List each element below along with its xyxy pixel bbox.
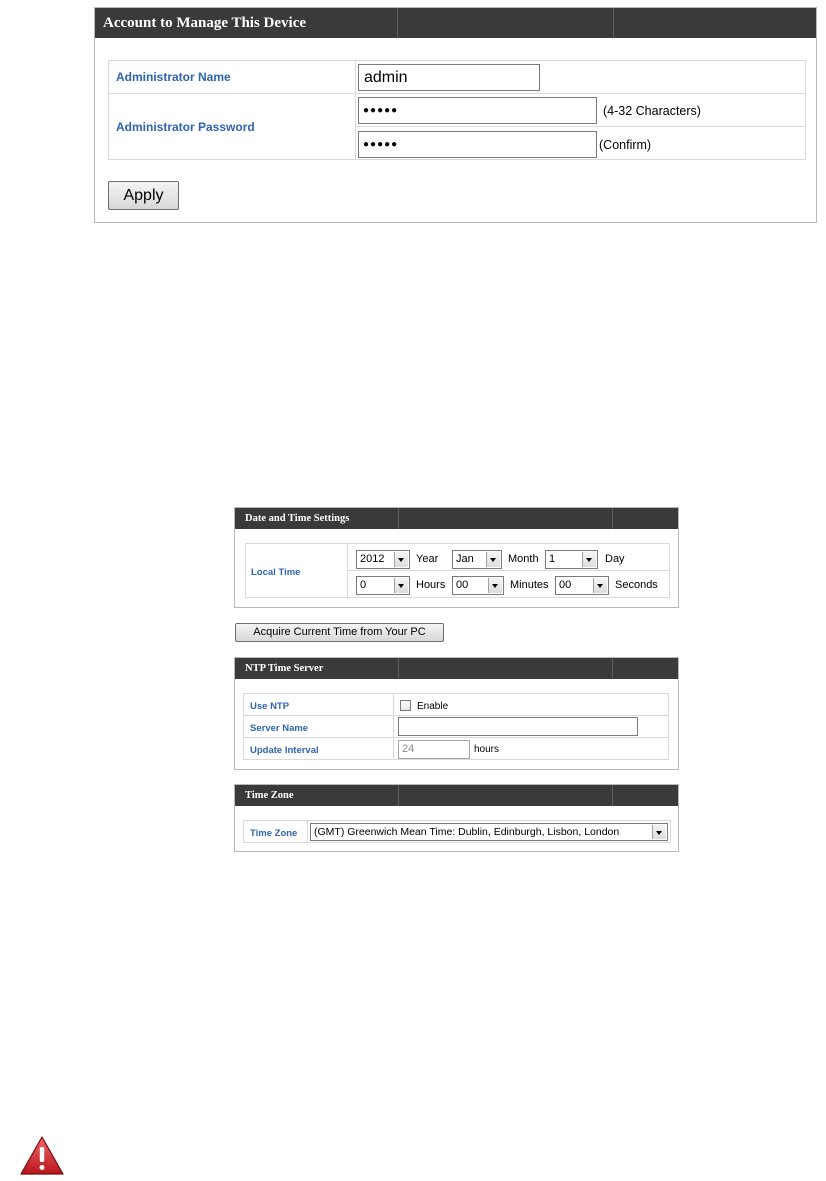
chevron-down-icon xyxy=(486,552,500,567)
admin-name-label: Administrator Name xyxy=(116,70,231,84)
day-label: Day xyxy=(605,553,625,565)
update-interval-input[interactable]: 24 xyxy=(398,740,470,759)
ntp-panel-header: NTP Time Server xyxy=(235,658,678,679)
chevron-down-icon xyxy=(488,578,502,593)
admin-name-input[interactable]: admin xyxy=(358,64,540,91)
datetime-panel-title: Date and Time Settings xyxy=(245,513,350,524)
timezone-label: Time Zone xyxy=(250,827,298,839)
update-interval-value: 24 xyxy=(402,743,415,755)
ntp-panel: NTP Time Server Use NTP Server Name Upda… xyxy=(234,657,679,770)
timezone-panel-header: Time Zone xyxy=(235,785,678,806)
chevron-down-icon xyxy=(593,578,607,593)
ntp-panel-title: NTP Time Server xyxy=(245,663,324,674)
admin-name-value: admin xyxy=(364,69,408,86)
chevron-down-icon xyxy=(652,825,666,839)
hours-label: Hours xyxy=(416,579,446,591)
seconds-select[interactable]: 00 xyxy=(555,576,609,595)
hours-value: 0 xyxy=(360,579,367,591)
local-time-label: Local Time xyxy=(251,566,301,578)
datetime-panel: Date and Time Settings Local Time 2012 Y… xyxy=(234,507,679,608)
timezone-panel-title: Time Zone xyxy=(245,790,294,801)
timezone-select[interactable]: (GMT) Greenwich Mean Time: Dublin, Edinb… xyxy=(310,823,668,841)
update-interval-label: Update Interval xyxy=(250,744,319,756)
minutes-label: Minutes xyxy=(510,579,549,591)
month-value: Jan xyxy=(456,553,474,565)
month-label: Month xyxy=(508,553,539,565)
timezone-value: (GMT) Greenwich Mean Time: Dublin, Edinb… xyxy=(314,826,620,838)
account-panel-header: Account to Manage This Device xyxy=(95,8,816,38)
chevron-down-icon xyxy=(394,552,408,567)
warning-icon xyxy=(20,1136,64,1175)
year-select[interactable]: 2012 xyxy=(356,550,410,569)
hours-select[interactable]: 0 xyxy=(356,576,410,595)
seconds-label: Seconds xyxy=(615,579,658,591)
hours-unit-label: hours xyxy=(474,744,500,755)
password-dots: ●●●●● xyxy=(363,105,399,116)
use-ntp-label: Use NTP xyxy=(250,700,290,712)
minutes-value: 00 xyxy=(456,579,469,591)
year-value: 2012 xyxy=(360,553,385,565)
day-value: 1 xyxy=(549,553,556,565)
seconds-value: 00 xyxy=(559,579,572,591)
password-hint: (4-32 Characters) xyxy=(603,104,701,118)
confirm-password-input[interactable]: ●●●●● xyxy=(358,131,597,158)
month-select[interactable]: Jan xyxy=(452,550,502,569)
chevron-down-icon xyxy=(582,552,596,567)
enable-ntp-checkbox[interactable] xyxy=(400,700,411,711)
acquire-time-button[interactable]: Acquire Current Time from Your PC xyxy=(235,623,444,642)
datetime-panel-header: Date and Time Settings xyxy=(235,508,678,529)
account-panel: Account to Manage This Device Administra… xyxy=(94,7,817,223)
server-name-input[interactable] xyxy=(398,717,638,736)
server-name-label: Server Name xyxy=(250,722,309,734)
day-select[interactable]: 1 xyxy=(545,550,598,569)
minutes-select[interactable]: 00 xyxy=(452,576,504,595)
account-panel-title: Account to Manage This Device xyxy=(103,15,307,31)
confirm-dots: ●●●●● xyxy=(363,139,399,150)
enable-label: Enable xyxy=(417,701,449,712)
chevron-down-icon xyxy=(394,578,408,593)
admin-password-input[interactable]: ●●●●● xyxy=(358,97,597,124)
confirm-hint: (Confirm) xyxy=(599,138,652,152)
year-label: Year xyxy=(416,553,439,565)
apply-button[interactable]: Apply xyxy=(108,181,179,210)
admin-password-label: Administrator Password xyxy=(116,119,255,134)
timezone-panel: Time Zone Time Zone (GMT) Greenwich Mean… xyxy=(234,784,679,852)
